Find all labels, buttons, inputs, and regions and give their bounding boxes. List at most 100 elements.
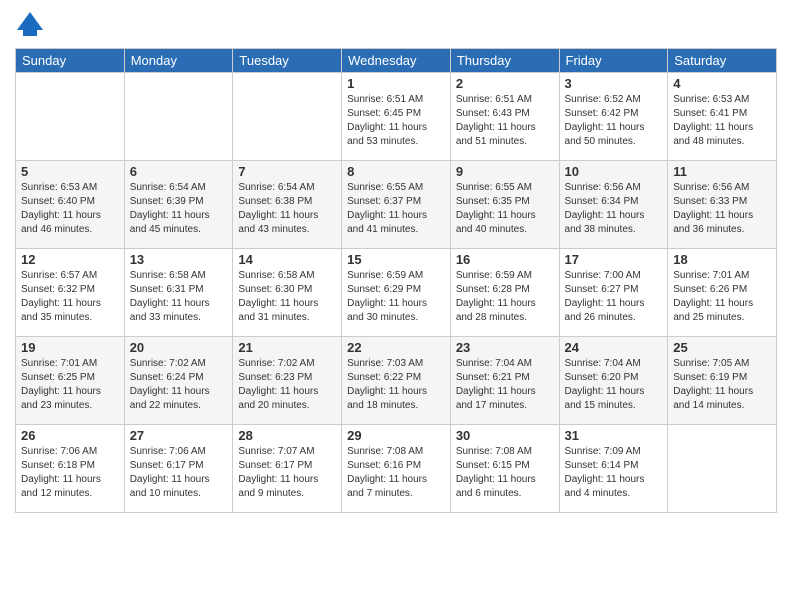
day-info: Sunrise: 7:03 AM Sunset: 6:22 PM Dayligh… xyxy=(347,357,445,413)
logo-icon xyxy=(15,10,45,40)
day-number: 1 xyxy=(347,76,445,91)
day-info: Sunrise: 7:08 AM Sunset: 6:15 PM Dayligh… xyxy=(456,445,554,501)
calendar-cell: 11 Sunrise: 6:56 AM Sunset: 6:33 PM Dayli… xyxy=(668,161,777,249)
calendar-cell xyxy=(16,73,125,161)
logo xyxy=(15,10,49,40)
day-number: 6 xyxy=(130,164,228,179)
day-info: Sunrise: 6:54 AM Sunset: 6:38 PM Dayligh… xyxy=(238,181,336,237)
calendar-cell: 8 Sunrise: 6:55 AM Sunset: 6:37 PM Daylig… xyxy=(342,161,451,249)
calendar-cell: 3 Sunrise: 6:52 AM Sunset: 6:42 PM Daylig… xyxy=(559,73,668,161)
calendar-week-row: 19 Sunrise: 7:01 AM Sunset: 6:25 PM Dayli… xyxy=(16,337,777,425)
calendar-cell: 2 Sunrise: 6:51 AM Sunset: 6:43 PM Daylig… xyxy=(450,73,559,161)
day-info: Sunrise: 7:00 AM Sunset: 6:27 PM Dayligh… xyxy=(565,269,663,325)
day-info: Sunrise: 7:04 AM Sunset: 6:21 PM Dayligh… xyxy=(456,357,554,413)
day-number: 23 xyxy=(456,340,554,355)
day-number: 16 xyxy=(456,252,554,267)
calendar-cell: 21Sunrise: 7:02 AM Sunset: 6:23 PM Dayli… xyxy=(233,337,342,425)
weekday-header: Monday xyxy=(124,49,233,73)
day-number: 29 xyxy=(347,428,445,443)
day-number: 20 xyxy=(130,340,228,355)
day-number: 15 xyxy=(347,252,445,267)
page: SundayMondayTuesdayWednesdayThursdayFrid… xyxy=(0,0,792,612)
day-info: Sunrise: 6:57 AM Sunset: 6:32 PM Dayligh… xyxy=(21,269,119,325)
calendar-cell: 24Sunrise: 7:04 AM Sunset: 6:20 PM Dayli… xyxy=(559,337,668,425)
calendar-cell: 1 Sunrise: 6:51 AM Sunset: 6:45 PM Daylig… xyxy=(342,73,451,161)
calendar-cell: 10Sunrise: 6:56 AM Sunset: 6:34 PM Dayli… xyxy=(559,161,668,249)
weekday-header: Thursday xyxy=(450,49,559,73)
calendar-cell: 28 Sunrise: 7:07 AM Sunset: 6:17 PM Dayli… xyxy=(233,425,342,513)
day-number: 28 xyxy=(238,428,336,443)
day-info: Sunrise: 6:59 AM Sunset: 6:29 PM Dayligh… xyxy=(347,269,445,325)
calendar-cell: 23 Sunrise: 7:04 AM Sunset: 6:21 PM Dayli… xyxy=(450,337,559,425)
calendar-cell: 17Sunrise: 7:00 AM Sunset: 6:27 PM Dayli… xyxy=(559,249,668,337)
day-info: Sunrise: 7:06 AM Sunset: 6:17 PM Dayligh… xyxy=(130,445,228,501)
calendar-cell: 15 Sunrise: 6:59 AM Sunset: 6:29 PM Dayli… xyxy=(342,249,451,337)
weekday-header: Wednesday xyxy=(342,49,451,73)
header xyxy=(15,10,777,40)
day-number: 8 xyxy=(347,164,445,179)
calendar-cell: 20 Sunrise: 7:02 AM Sunset: 6:24 PM Dayli… xyxy=(124,337,233,425)
day-info: Sunrise: 7:08 AM Sunset: 6:16 PM Dayligh… xyxy=(347,445,445,501)
day-info: Sunrise: 7:06 AM Sunset: 6:18 PM Dayligh… xyxy=(21,445,119,501)
day-info: Sunrise: 6:55 AM Sunset: 6:37 PM Dayligh… xyxy=(347,181,445,237)
day-info: Sunrise: 7:07 AM Sunset: 6:17 PM Dayligh… xyxy=(238,445,336,501)
day-number: 5 xyxy=(21,164,119,179)
day-info: Sunrise: 7:02 AM Sunset: 6:24 PM Dayligh… xyxy=(130,357,228,413)
day-info: Sunrise: 6:56 AM Sunset: 6:33 PM Dayligh… xyxy=(673,181,771,237)
calendar-cell: 18 Sunrise: 7:01 AM Sunset: 6:26 PM Dayli… xyxy=(668,249,777,337)
day-info: Sunrise: 7:05 AM Sunset: 6:19 PM Dayligh… xyxy=(673,357,771,413)
day-info: Sunrise: 7:09 AM Sunset: 6:14 PM Dayligh… xyxy=(565,445,663,501)
day-number: 4 xyxy=(673,76,771,91)
day-number: 31 xyxy=(565,428,663,443)
day-info: Sunrise: 7:02 AM Sunset: 6:23 PM Dayligh… xyxy=(238,357,336,413)
day-info: Sunrise: 6:51 AM Sunset: 6:45 PM Dayligh… xyxy=(347,93,445,149)
day-number: 26 xyxy=(21,428,119,443)
calendar-cell xyxy=(668,425,777,513)
calendar-header-row: SundayMondayTuesdayWednesdayThursdayFrid… xyxy=(16,49,777,73)
calendar-table: SundayMondayTuesdayWednesdayThursdayFrid… xyxy=(15,48,777,513)
day-number: 7 xyxy=(238,164,336,179)
calendar-cell: 5 Sunrise: 6:53 AM Sunset: 6:40 PM Daylig… xyxy=(16,161,125,249)
calendar-cell: 25 Sunrise: 7:05 AM Sunset: 6:19 PM Dayli… xyxy=(668,337,777,425)
calendar-cell: 26 Sunrise: 7:06 AM Sunset: 6:18 PM Dayli… xyxy=(16,425,125,513)
calendar-cell: 27 Sunrise: 7:06 AM Sunset: 6:17 PM Dayli… xyxy=(124,425,233,513)
calendar-cell: 22 Sunrise: 7:03 AM Sunset: 6:22 PM Dayli… xyxy=(342,337,451,425)
calendar-cell: 7 Sunrise: 6:54 AM Sunset: 6:38 PM Daylig… xyxy=(233,161,342,249)
day-info: Sunrise: 6:53 AM Sunset: 6:41 PM Dayligh… xyxy=(673,93,771,149)
weekday-header: Sunday xyxy=(16,49,125,73)
day-info: Sunrise: 6:53 AM Sunset: 6:40 PM Dayligh… xyxy=(21,181,119,237)
day-number: 2 xyxy=(456,76,554,91)
day-info: Sunrise: 6:59 AM Sunset: 6:28 PM Dayligh… xyxy=(456,269,554,325)
calendar-cell: 12 Sunrise: 6:57 AM Sunset: 6:32 PM Dayli… xyxy=(16,249,125,337)
calendar-cell: 31 Sunrise: 7:09 AM Sunset: 6:14 PM Dayli… xyxy=(559,425,668,513)
day-number: 24 xyxy=(565,340,663,355)
day-info: Sunrise: 6:51 AM Sunset: 6:43 PM Dayligh… xyxy=(456,93,554,149)
day-number: 18 xyxy=(673,252,771,267)
day-number: 19 xyxy=(21,340,119,355)
day-number: 22 xyxy=(347,340,445,355)
day-info: Sunrise: 6:52 AM Sunset: 6:42 PM Dayligh… xyxy=(565,93,663,149)
weekday-header: Friday xyxy=(559,49,668,73)
day-number: 12 xyxy=(21,252,119,267)
day-number: 27 xyxy=(130,428,228,443)
day-info: Sunrise: 6:58 AM Sunset: 6:30 PM Dayligh… xyxy=(238,269,336,325)
day-number: 14 xyxy=(238,252,336,267)
calendar-cell: 16 Sunrise: 6:59 AM Sunset: 6:28 PM Dayli… xyxy=(450,249,559,337)
calendar-cell: 19 Sunrise: 7:01 AM Sunset: 6:25 PM Dayli… xyxy=(16,337,125,425)
day-info: Sunrise: 6:54 AM Sunset: 6:39 PM Dayligh… xyxy=(130,181,228,237)
day-info: Sunrise: 7:01 AM Sunset: 6:26 PM Dayligh… xyxy=(673,269,771,325)
day-number: 3 xyxy=(565,76,663,91)
calendar-cell: 6 Sunrise: 6:54 AM Sunset: 6:39 PM Daylig… xyxy=(124,161,233,249)
calendar-week-row: 5 Sunrise: 6:53 AM Sunset: 6:40 PM Daylig… xyxy=(16,161,777,249)
weekday-header: Tuesday xyxy=(233,49,342,73)
day-info: Sunrise: 6:55 AM Sunset: 6:35 PM Dayligh… xyxy=(456,181,554,237)
calendar-cell: 30Sunrise: 7:08 AM Sunset: 6:15 PM Dayli… xyxy=(450,425,559,513)
calendar-cell xyxy=(233,73,342,161)
day-number: 10 xyxy=(565,164,663,179)
day-info: Sunrise: 7:01 AM Sunset: 6:25 PM Dayligh… xyxy=(21,357,119,413)
day-number: 25 xyxy=(673,340,771,355)
calendar-cell xyxy=(124,73,233,161)
day-number: 11 xyxy=(673,164,771,179)
calendar-cell: 14 Sunrise: 6:58 AM Sunset: 6:30 PM Dayli… xyxy=(233,249,342,337)
day-info: Sunrise: 6:58 AM Sunset: 6:31 PM Dayligh… xyxy=(130,269,228,325)
